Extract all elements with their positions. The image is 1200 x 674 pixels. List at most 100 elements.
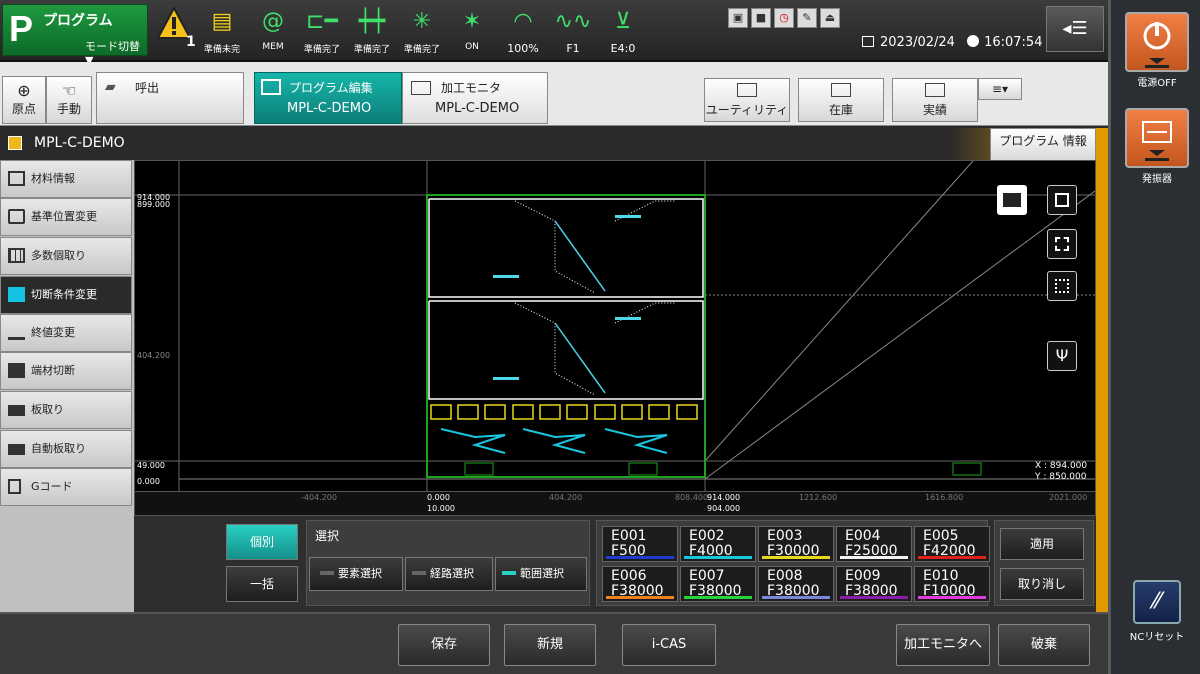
menu-toggle-button[interactable]: ◂☰ bbox=[1046, 6, 1104, 52]
cut-condition-cell[interactable]: E010 F10000 bbox=[914, 566, 990, 602]
drawing-canvas[interactable]: 914.000 899.000 404.200 49.000 0.000 -40… bbox=[134, 160, 1096, 516]
power-off-button[interactable] bbox=[1125, 12, 1189, 72]
sidebar-item-end-value[interactable]: 終値変更 bbox=[0, 314, 132, 352]
sidebar-item-cut-condition[interactable]: 切断条件変更 bbox=[0, 276, 132, 314]
zoom-part-button[interactable] bbox=[1047, 271, 1077, 301]
x-label: -404.200 bbox=[301, 493, 337, 502]
new-label: 新規 bbox=[536, 637, 563, 652]
apply-button[interactable]: 適用 bbox=[1000, 528, 1084, 560]
condition-code: E001 bbox=[611, 528, 647, 544]
wrench-icon[interactable]: ✎ bbox=[797, 8, 817, 28]
scrap-cut-icon bbox=[8, 363, 25, 378]
icas-button[interactable]: i-CAS bbox=[622, 624, 716, 666]
mode-letter: P bbox=[9, 8, 34, 49]
path-select-button[interactable]: 経路選択 bbox=[405, 557, 493, 591]
tab-process-monitor[interactable]: 加工モニタ MPL-C-DEMO bbox=[402, 72, 548, 124]
origin-button[interactable]: ⊕ 原点 bbox=[2, 76, 46, 124]
batch-button[interactable]: 一括 bbox=[226, 566, 298, 602]
cut-condition-cell[interactable]: E006 F38000 bbox=[602, 566, 678, 602]
laser-icon: ✳ bbox=[412, 9, 432, 34]
sidebar-item-multi-part[interactable]: 多数個取り bbox=[0, 237, 132, 275]
sidebar-label: 終値変更 bbox=[31, 326, 75, 339]
results-icon bbox=[925, 83, 945, 97]
element-select-button[interactable]: 要素選択 bbox=[309, 557, 403, 591]
tab-program-edit[interactable]: プログラム編集 MPL-C-DEMO bbox=[254, 72, 402, 124]
mode-button[interactable]: P プログラム モード切替▼ bbox=[2, 4, 148, 67]
grid-icon bbox=[8, 248, 25, 263]
nc-reset-button[interactable]: ⁄⁄ bbox=[1133, 580, 1181, 624]
sidebar-item-gcode[interactable]: Gコード bbox=[0, 468, 132, 506]
edit-icon bbox=[261, 79, 281, 95]
status-ready-1: ⊏━ 準備完了 bbox=[298, 8, 346, 56]
cut-condition-cell[interactable]: E005 F42000 bbox=[914, 526, 990, 562]
status-mem: @ MEM bbox=[249, 8, 297, 56]
manual-button[interactable]: ☜ 手動 bbox=[46, 76, 92, 124]
x-label: 2021.000 bbox=[1049, 493, 1088, 502]
crosshair-icon: ⊕ bbox=[17, 81, 31, 100]
zoom-window-button[interactable] bbox=[1047, 229, 1077, 259]
rack-icon: ┿┿ bbox=[358, 9, 386, 34]
sidebar: 材料情報 基準位置変更 多数個取り 切断条件変更 終値変更 端材切断 板取り 自… bbox=[0, 160, 134, 612]
manual-label: 手動 bbox=[56, 102, 81, 116]
fit-icon bbox=[1055, 193, 1069, 207]
cut-condition-cell[interactable]: E003 F30000 bbox=[758, 526, 834, 562]
right-accent-bar bbox=[1096, 128, 1108, 612]
cut-condition-cell[interactable]: E009 F38000 bbox=[836, 566, 912, 602]
timer-icon[interactable]: ◷ bbox=[774, 8, 794, 28]
condition-code: E008 bbox=[767, 568, 803, 584]
status-label: F1 bbox=[566, 42, 580, 55]
x-label: 1616.800 bbox=[925, 493, 964, 502]
zoom-part-icon bbox=[1055, 279, 1069, 293]
call-button[interactable]: ▰ 呼出 bbox=[96, 72, 244, 124]
cancel-button[interactable]: 取り消し bbox=[1000, 568, 1084, 600]
alarm-count: 1 bbox=[186, 34, 196, 50]
cut-condition-cell[interactable]: E004 F25000 bbox=[836, 526, 912, 562]
status-condition: ⊻ E4:0 bbox=[599, 8, 647, 56]
screenshot-icon[interactable]: ▣ bbox=[728, 8, 748, 28]
stock-button[interactable]: 在庫 bbox=[798, 78, 884, 122]
path-select-label: 経路選択 bbox=[430, 567, 474, 580]
cut-condition-cell[interactable]: E007 F38000 bbox=[680, 566, 756, 602]
new-button[interactable]: 新規 bbox=[504, 624, 596, 666]
cut-condition-cell[interactable]: E008 F38000 bbox=[758, 566, 834, 602]
condition-panel: 個別 一括 選択 要素選択 経路選択 範囲選択 E001 F500 E002 F400… bbox=[134, 516, 1096, 612]
x-label: 1212.600 bbox=[799, 493, 838, 502]
zoom-window-icon bbox=[1055, 237, 1069, 251]
condition-color-bar bbox=[606, 556, 674, 559]
eject-icon[interactable]: ⏏ bbox=[820, 8, 840, 28]
individual-button[interactable]: 個別 bbox=[226, 524, 298, 560]
status-label: 準備完了 bbox=[403, 45, 440, 55]
add-layer-button[interactable] bbox=[997, 185, 1027, 215]
sidebar-item-material-info[interactable]: 材料情報 bbox=[0, 160, 132, 198]
cut-condition-cell[interactable]: E001 F500 bbox=[602, 526, 678, 562]
sidebar-label: 切断条件変更 bbox=[31, 288, 97, 301]
status-on: ✶ ON bbox=[448, 8, 496, 56]
utility-button[interactable]: ユーティリティ bbox=[704, 78, 790, 122]
camera-icon[interactable]: ■ bbox=[751, 8, 771, 28]
to-monitor-button[interactable]: 加工モニタへ bbox=[896, 624, 990, 666]
more-menu-button[interactable]: ≡▾ bbox=[978, 78, 1022, 100]
condition-code: E002 bbox=[689, 528, 725, 544]
status-feed: ∿∿ F1 bbox=[549, 8, 597, 56]
nc-reset-label: NCリセット bbox=[1129, 632, 1185, 643]
range-select-button[interactable]: 範囲選択 bbox=[495, 557, 587, 591]
tools-button[interactable]: Ψ bbox=[1047, 341, 1077, 371]
sidebar-item-reference-change[interactable]: 基準位置変更 bbox=[0, 198, 132, 236]
cut-condition-cell[interactable]: E002 F4000 bbox=[680, 526, 756, 562]
zoom-fit-button[interactable] bbox=[1047, 185, 1077, 215]
toggle-indicator bbox=[412, 571, 426, 575]
reset-icon: ⁄⁄ bbox=[1153, 589, 1161, 614]
sidebar-label: 多数個取り bbox=[31, 249, 86, 262]
sidebar-label: 板取り bbox=[31, 403, 64, 416]
results-button[interactable]: 実績 bbox=[892, 78, 978, 122]
app-root: P プログラム モード切替▼ 1 ▤ 準備未完 @ MEM ⊏━ 準備完了 ┿┿… bbox=[0, 0, 1200, 674]
origin-label: 原点 bbox=[11, 102, 36, 116]
condition-color-bar bbox=[918, 596, 986, 599]
sidebar-item-nesting[interactable]: 板取り bbox=[0, 391, 132, 429]
discard-button[interactable]: 破棄 bbox=[998, 624, 1090, 666]
sidebar-item-scrap-cut[interactable]: 端材切断 bbox=[0, 352, 132, 390]
oscillator-button[interactable] bbox=[1125, 108, 1189, 168]
save-button[interactable]: 保存 bbox=[398, 624, 490, 666]
conveyor-icon: ⊏━ bbox=[306, 9, 338, 34]
sidebar-item-auto-nesting[interactable]: 自動板取り bbox=[0, 430, 132, 468]
